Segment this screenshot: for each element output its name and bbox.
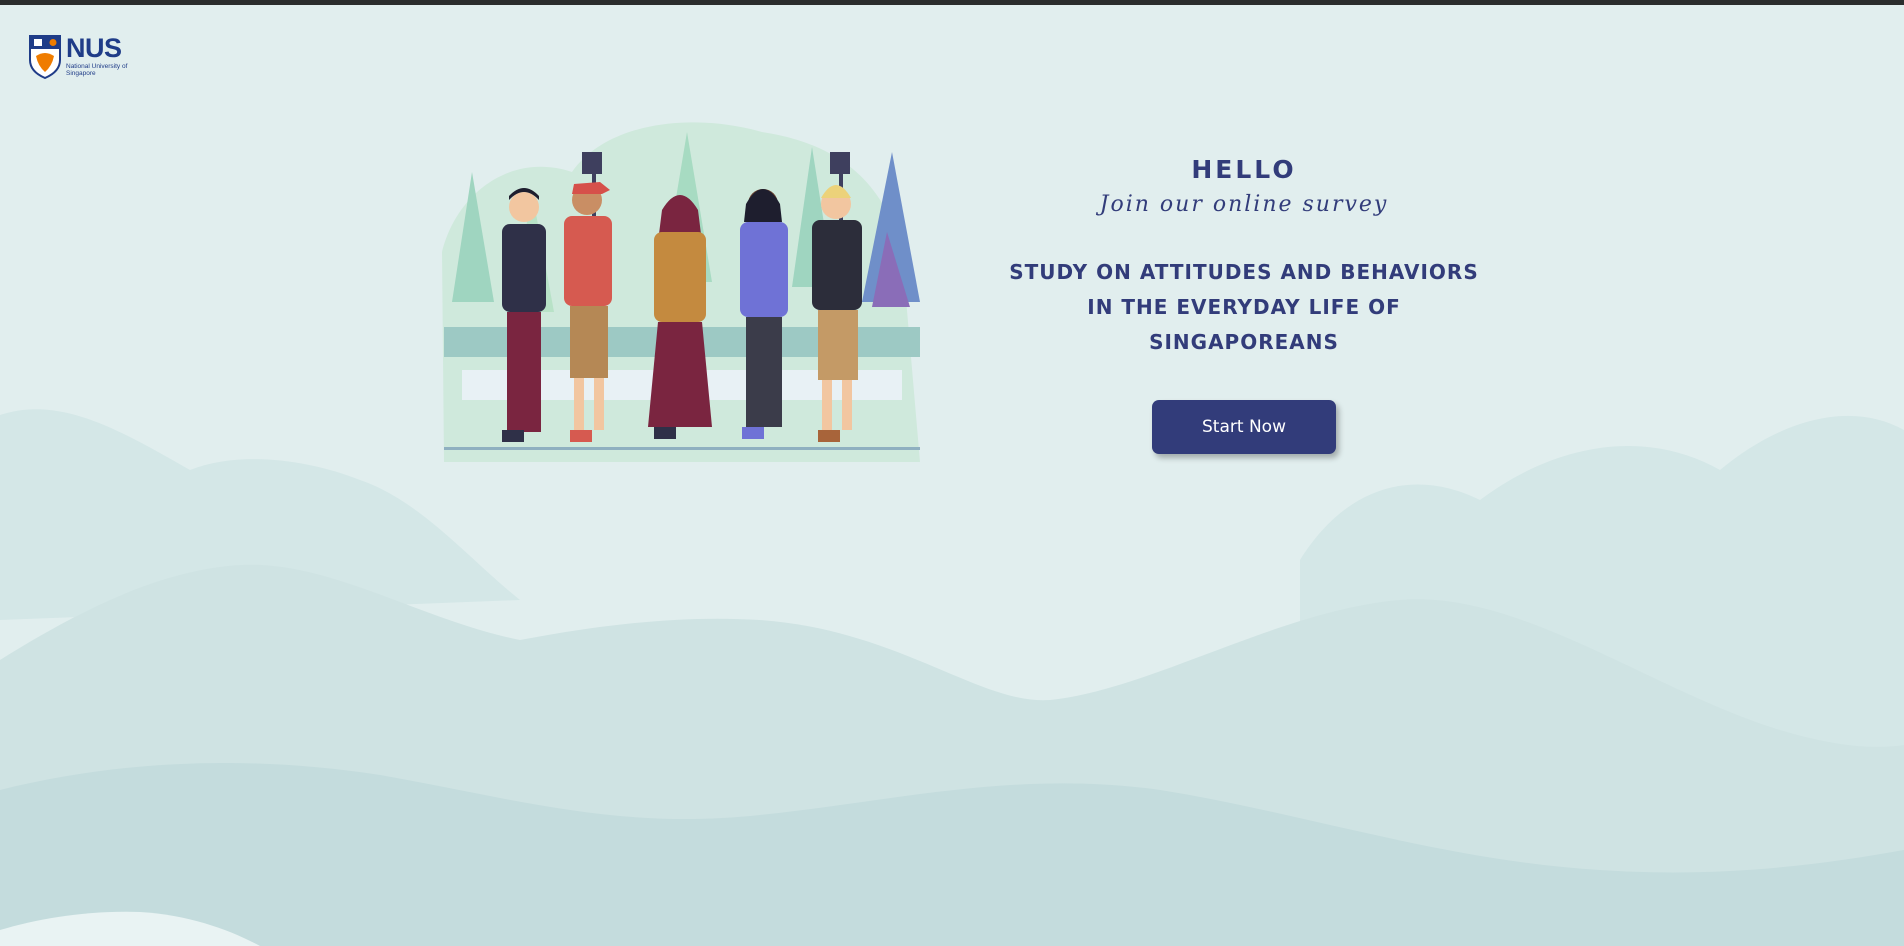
- logo-abbreviation: NUS: [66, 32, 122, 63]
- nus-crest-icon: [29, 34, 61, 79]
- study-title: STUDY ON ATTITUDES AND BEHAVIORS IN THE …: [1009, 260, 1479, 354]
- greeting-heading: HELLO: [1191, 155, 1297, 184]
- logo-full-name: National University of Singapore: [66, 62, 128, 77]
- group-of-people-illustration: [442, 122, 920, 462]
- survey-subtitle: Join our online survey: [1099, 192, 1389, 217]
- nus-logo[interactable]: NUS National University of Singapore: [28, 32, 132, 80]
- misty-hills-background: [0, 409, 1904, 946]
- survey-intro: HELLO Join our online survey STUDY ON AT…: [1000, 155, 1488, 454]
- start-now-button[interactable]: Start Now: [1152, 400, 1336, 454]
